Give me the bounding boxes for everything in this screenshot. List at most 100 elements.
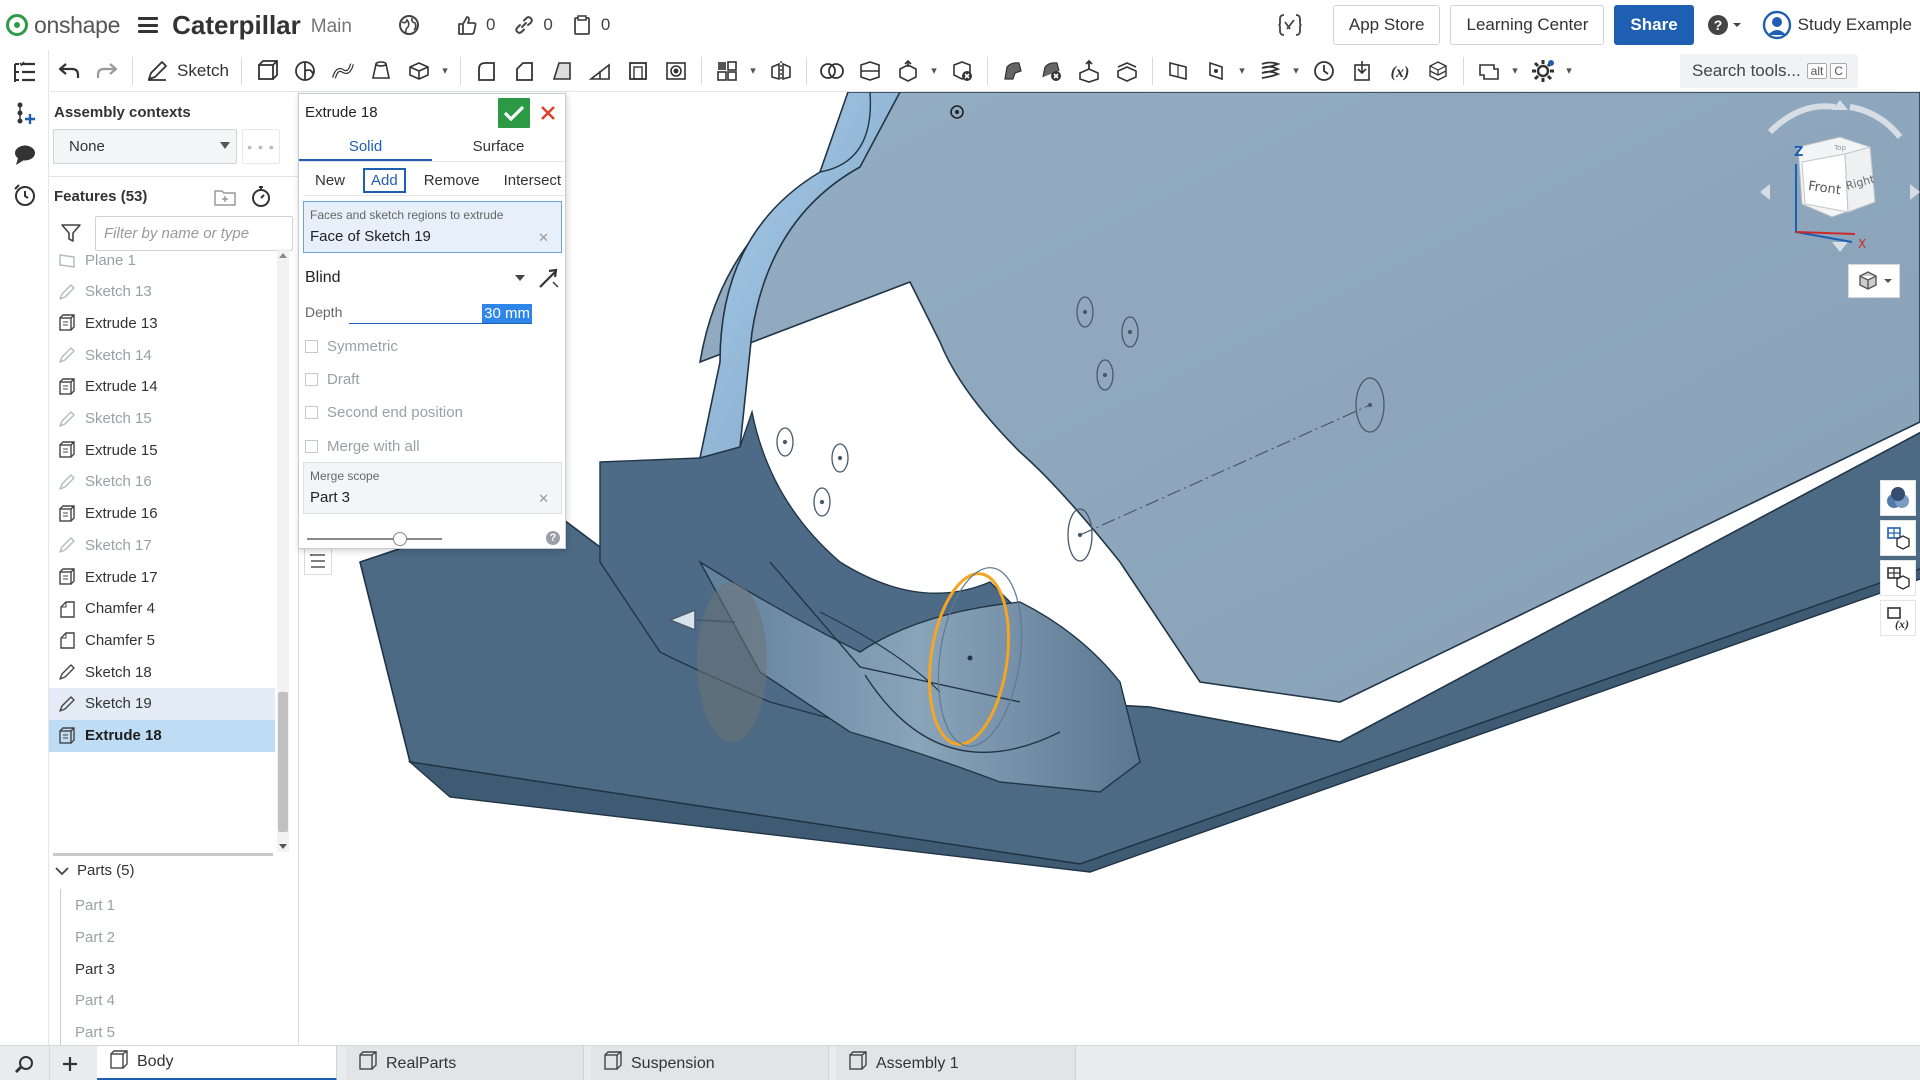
help-icon[interactable]: ?	[546, 531, 560, 545]
part-item[interactable]: Part 1	[75, 897, 115, 914]
checkbox-box[interactable]	[305, 439, 318, 453]
app-store-button[interactable]: App Store	[1332, 5, 1441, 45]
op-add-button[interactable]: Add	[363, 168, 406, 193]
dialog-list-toggle-icon[interactable]	[304, 547, 332, 575]
tab-assembly-1[interactable]: Assembly 1	[836, 1046, 1076, 1080]
more-options-icon[interactable]: • • •	[242, 129, 280, 164]
move-face-icon[interactable]	[1074, 56, 1104, 86]
end-type-select[interactable]: Blind	[305, 264, 560, 292]
pattern-icon[interactable]	[712, 56, 742, 86]
rollback-timer-icon[interactable]	[249, 185, 273, 214]
part-item[interactable]: Part 2	[75, 929, 115, 946]
feature-item[interactable]: Chamfer 5	[49, 624, 275, 656]
plane-dropdown-caret-icon[interactable]: ▾	[1235, 64, 1249, 77]
measure-icon[interactable]	[1309, 56, 1339, 86]
curve-dropdown-caret-icon[interactable]: ▾	[1289, 64, 1303, 77]
filter-funnel-icon[interactable]	[60, 222, 82, 249]
custom-features-gear-icon[interactable]	[1528, 56, 1558, 86]
plane-icon[interactable]	[1163, 56, 1193, 86]
fillet-icon[interactable]	[471, 56, 501, 86]
undo-icon[interactable]	[54, 56, 84, 86]
feature-item[interactable]: Sketch 14	[49, 339, 275, 371]
clear-selection-icon[interactable]: ✕	[538, 230, 549, 246]
comments-icon[interactable]	[12, 142, 38, 168]
import-icon[interactable]	[1347, 56, 1377, 86]
tab-bar-search-icon[interactable]	[0, 1046, 49, 1080]
onshape-logo[interactable]: onshape	[6, 12, 120, 39]
tab-suspension[interactable]: Suspension	[591, 1046, 829, 1080]
view-mode-dropdown[interactable]	[1848, 264, 1900, 298]
transform-dropdown-caret-icon[interactable]: ▾	[927, 64, 941, 77]
feature-item[interactable]: Extrude 17	[49, 561, 275, 593]
feature-list-icon[interactable]	[12, 60, 38, 86]
split-icon[interactable]	[855, 56, 885, 86]
scroll-up-arrow-icon[interactable]	[279, 253, 287, 258]
thicken-icon[interactable]	[404, 56, 434, 86]
derived-icon[interactable]	[1423, 56, 1453, 86]
feature-list-scrollbar-thumb[interactable]	[278, 692, 288, 832]
variables-table-icon[interactable]: (x)	[1880, 600, 1916, 636]
help-menu-icon[interactable]: ?	[1706, 13, 1750, 37]
copies-button[interactable]: 0	[571, 14, 610, 36]
hamburger-menu-icon[interactable]	[138, 17, 159, 33]
draft-icon[interactable]	[547, 56, 577, 86]
feature-item[interactable]: Extrude 18	[49, 719, 275, 752]
chamfer-icon[interactable]	[509, 56, 539, 86]
replace-face-icon[interactable]	[1112, 56, 1142, 86]
op-new-button[interactable]: New	[309, 170, 351, 191]
cancel-button[interactable]	[535, 98, 561, 128]
insert-part-icon[interactable]	[12, 100, 38, 126]
feature-item[interactable]: Plane 1	[49, 249, 275, 276]
feature-item[interactable]: Sketch 13	[49, 276, 275, 308]
loft-icon[interactable]	[366, 56, 396, 86]
modify-fillet-icon[interactable]	[998, 56, 1028, 86]
add-tab-button[interactable]	[49, 1046, 89, 1080]
boolean-icon[interactable]	[817, 56, 847, 86]
feature-item[interactable]: Sketch 16	[49, 466, 275, 498]
option-draft-checkbox[interactable]: Draft	[305, 367, 560, 391]
clear-merge-scope-icon[interactable]: ✕	[538, 491, 549, 507]
feature-item[interactable]: Extrude 15	[49, 434, 275, 466]
share-button[interactable]: Share	[1614, 5, 1694, 45]
sheet-metal-icon[interactable]	[1474, 56, 1504, 86]
document-title[interactable]: Caterpillar	[172, 10, 301, 41]
branch-name[interactable]: Main	[311, 16, 352, 38]
delete-face-icon[interactable]	[1036, 56, 1066, 86]
learning-center-button[interactable]: Learning Center	[1450, 5, 1605, 45]
tab-realparts[interactable]: RealParts	[346, 1046, 584, 1080]
more-dropdown-caret-icon[interactable]: ▾	[438, 64, 452, 77]
feature-item[interactable]: Sketch 18	[49, 656, 275, 688]
links-button[interactable]: 0	[513, 14, 553, 36]
extrude-icon[interactable]	[252, 56, 282, 86]
feature-item[interactable]: Extrude 13	[49, 307, 275, 339]
faces-selection-field[interactable]: Faces and sketch regions to extrude Face…	[303, 201, 562, 253]
sweep-icon[interactable]	[328, 56, 358, 86]
variable-studio-icon[interactable]	[1277, 12, 1311, 38]
rollback-slider-track[interactable]	[307, 538, 442, 540]
checkbox-box[interactable]	[305, 372, 318, 386]
op-remove-button[interactable]: Remove	[418, 170, 486, 191]
revolve-icon[interactable]	[290, 56, 320, 86]
rollback-slider-handle[interactable]	[393, 532, 407, 546]
feature-item[interactable]: Sketch 19	[49, 687, 275, 720]
accept-button[interactable]	[498, 98, 530, 128]
tab-body[interactable]: Body	[97, 1046, 337, 1080]
hole-icon[interactable]	[661, 56, 691, 86]
scroll-down-arrow-icon[interactable]	[279, 844, 287, 849]
feature-item[interactable]: Sketch 15	[49, 403, 275, 435]
part-item[interactable]: Part 5	[75, 1024, 115, 1041]
option-merge-with-all-checkbox[interactable]: Merge with all	[305, 434, 560, 458]
assembly-context-select[interactable]: None	[53, 129, 237, 164]
part-item[interactable]: Part 3	[75, 961, 115, 978]
feature-item[interactable]: Extrude 14	[49, 371, 275, 403]
history-icon[interactable]	[12, 182, 38, 208]
sketch-button[interactable]: Sketch	[145, 59, 229, 83]
tab-surface[interactable]: Surface	[432, 134, 565, 161]
sheet-metal-dropdown-caret-icon[interactable]: ▾	[1508, 64, 1522, 77]
search-tools-input[interactable]: Search tools... alt C	[1680, 54, 1858, 88]
op-intersect-button[interactable]: Intersect	[498, 170, 568, 191]
configuration-panel-icon[interactable]	[1880, 560, 1916, 596]
feature-item[interactable]: Extrude 16	[49, 498, 275, 530]
shell-icon[interactable]	[623, 56, 653, 86]
delete-part-icon[interactable]	[947, 56, 977, 86]
